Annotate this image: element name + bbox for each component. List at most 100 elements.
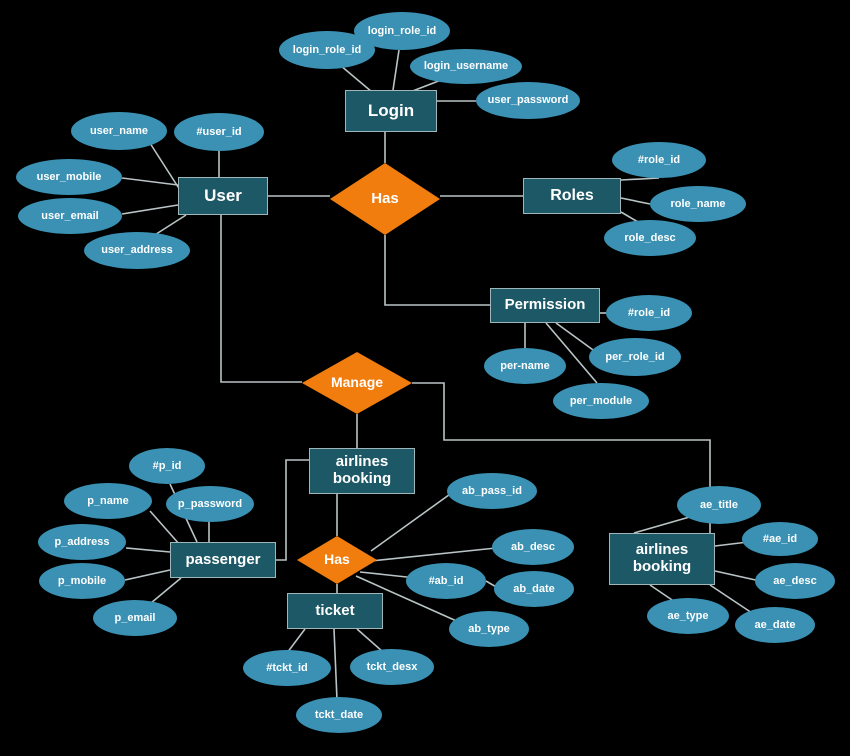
entity-roles[interactable]: Roles xyxy=(523,178,621,214)
relationship-label: Has xyxy=(371,189,399,207)
attribute-ab_date[interactable]: ab_date xyxy=(494,571,574,607)
attribute-ab_id[interactable]: #ab_id xyxy=(406,563,486,599)
attribute-label: ae_desc xyxy=(773,574,817,587)
attribute-per_role_id[interactable]: per_role_id xyxy=(589,338,681,376)
attribute-ae_desc[interactable]: ae_desc xyxy=(755,563,835,599)
er-diagram-canvas: Login User Roles Permission airlines booking… xyxy=(0,0,850,756)
entity-label: airlines booking xyxy=(332,453,392,487)
entity-user[interactable]: User xyxy=(178,177,268,215)
entity-label: airlines booking xyxy=(632,541,692,575)
attribute-ae_title[interactable]: ae_title xyxy=(677,486,761,524)
attribute-user_address[interactable]: user_address xyxy=(84,232,190,269)
attribute-p_name[interactable]: p_name xyxy=(64,483,152,519)
connector-c-user-manage xyxy=(220,215,302,383)
entity-ticket[interactable]: ticket xyxy=(287,593,383,629)
relationship-has_user_roles[interactable]: Has xyxy=(330,163,440,235)
entity-airlines_booking_mid[interactable]: airlines booking xyxy=(309,448,415,494)
attribute-user_name[interactable]: user_name xyxy=(71,112,167,150)
attribute-label: #role_id xyxy=(637,153,681,166)
attribute-label: login_role_id xyxy=(367,24,437,37)
attribute-label: role_desc xyxy=(624,231,676,244)
attribute-ab_desc[interactable]: ab_desc xyxy=(492,529,574,565)
attribute-label: tckt_date xyxy=(314,708,364,721)
attribute-role_name[interactable]: role_name xyxy=(650,186,746,222)
connector-c-pass-pname xyxy=(149,510,181,546)
attribute-label: ae_title xyxy=(700,498,738,511)
attribute-label: per_role_id xyxy=(605,350,665,363)
attribute-per_module[interactable]: per_module xyxy=(553,383,649,419)
connector-c-pass-paddress xyxy=(125,547,171,553)
attribute-label: ab_desc xyxy=(510,540,556,553)
attribute-login_role_id_left[interactable]: login_role_id xyxy=(279,31,375,69)
attribute-role_desc[interactable]: role_desc xyxy=(604,220,696,256)
connector-c-login-lrid-top xyxy=(392,49,400,91)
attribute-user_mobile[interactable]: user_mobile xyxy=(16,159,122,195)
attribute-ae_type[interactable]: ae_type xyxy=(647,598,729,634)
attribute-p_address[interactable]: p_address xyxy=(38,524,126,560)
attribute-label: login_username xyxy=(423,60,509,73)
attribute-label: ab_date xyxy=(513,582,555,595)
connector-c-abr-aedesc xyxy=(714,570,761,582)
attribute-label: login_role_id xyxy=(292,43,362,56)
connector-c-has-abdesc xyxy=(370,547,497,562)
entity-permission[interactable]: Permission xyxy=(490,288,600,323)
attribute-ae_id[interactable]: #ae_id xyxy=(742,522,818,556)
attribute-p_email[interactable]: p_email xyxy=(93,600,177,636)
attribute-tckt_id[interactable]: #tckt_id xyxy=(243,650,331,686)
attribute-p_mobile[interactable]: p_mobile xyxy=(39,563,125,599)
attribute-label: #user_id xyxy=(196,125,242,138)
attribute-label: user_password xyxy=(487,94,569,107)
entity-label: User xyxy=(204,186,242,206)
attribute-label: user_name xyxy=(89,124,149,137)
attribute-ab_pass_id[interactable]: ab_pass_id xyxy=(447,473,537,509)
attribute-user_password[interactable]: user_password xyxy=(476,82,580,119)
attribute-label: p_name xyxy=(87,494,129,507)
attribute-p_password[interactable]: p_password xyxy=(166,486,254,522)
relationship-manage[interactable]: Manage xyxy=(302,352,412,414)
entity-airlines_booking_right[interactable]: airlines booking xyxy=(609,533,715,585)
attribute-label: p_address xyxy=(54,535,110,548)
attribute-label: ae_type xyxy=(667,609,709,622)
attribute-perm_role_id_hash[interactable]: #role_id xyxy=(606,295,692,331)
attribute-label: ab_pass_id xyxy=(462,484,522,497)
attribute-label: user_address xyxy=(101,244,173,257)
connector-c-roles-name xyxy=(620,197,651,205)
relationship-has_booking[interactable]: Has xyxy=(297,536,377,584)
connector-c-user-mobile xyxy=(121,177,179,186)
attribute-role_id[interactable]: #role_id xyxy=(612,142,706,178)
entity-label: passenger xyxy=(185,550,261,568)
attribute-per_name[interactable]: per-name xyxy=(484,348,566,384)
attribute-label: p_password xyxy=(177,497,243,510)
attribute-label: #ae_id xyxy=(762,532,798,545)
connector-c-roles-id xyxy=(620,177,660,181)
attribute-login_username[interactable]: login_username xyxy=(410,49,522,84)
connector-c-ticket-tcktdate xyxy=(333,628,338,701)
connector-c-has-abpassid xyxy=(370,491,454,552)
attribute-label: #tckt_id xyxy=(266,661,308,674)
attribute-label: p_mobile xyxy=(57,574,107,587)
entity-label: Login xyxy=(367,101,415,121)
entity-label: Permission xyxy=(504,296,586,314)
entity-passenger[interactable]: passenger xyxy=(170,542,276,578)
connector-c-ticket-tcktdesx xyxy=(356,628,384,653)
attribute-tckt_desx[interactable]: tckt_desx xyxy=(350,649,434,685)
attribute-user_email[interactable]: user_email xyxy=(18,198,122,234)
relationship-label: Has xyxy=(324,551,350,568)
entity-login[interactable]: Login xyxy=(345,90,437,132)
connector-c-user-email xyxy=(121,204,179,215)
attribute-p_id[interactable]: #p_id xyxy=(129,448,205,484)
attribute-user_id[interactable]: #user_id xyxy=(174,113,264,151)
attribute-label: p_email xyxy=(114,611,156,624)
attribute-label: #p_id xyxy=(152,459,182,472)
entity-label: ticket xyxy=(315,601,355,619)
attribute-tckt_date[interactable]: tckt_date xyxy=(296,697,382,733)
attribute-ab_type[interactable]: ab_type xyxy=(449,611,529,647)
attribute-label: role_name xyxy=(670,197,726,210)
attribute-label: user_mobile xyxy=(36,170,102,183)
attribute-label: #role_id xyxy=(627,306,671,319)
attribute-label: #ab_id xyxy=(428,574,464,587)
attribute-label: per-name xyxy=(500,359,550,372)
attribute-ae_date[interactable]: ae_date xyxy=(735,607,815,643)
attribute-label: ab_type xyxy=(468,622,510,635)
attribute-label: per_module xyxy=(569,394,633,407)
